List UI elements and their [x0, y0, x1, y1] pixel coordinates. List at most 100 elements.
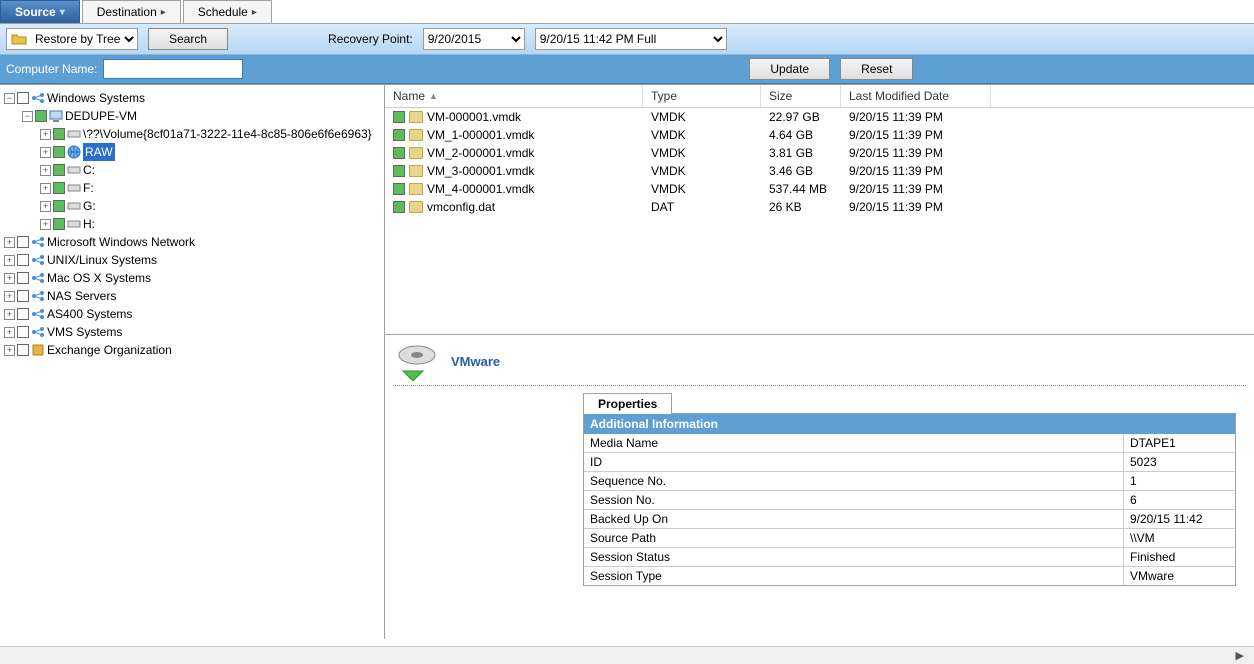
file-row[interactable]: VM_2-000001.vmdkVMDK3.81 GB9/20/15 11:39…: [385, 144, 1254, 162]
computer-name-bar: Computer Name: Update Reset: [0, 55, 1254, 84]
col-type[interactable]: Type: [643, 85, 761, 107]
file-icon: [409, 111, 423, 123]
property-key: Sequence No.: [584, 472, 1124, 490]
tree-node-raw[interactable]: +RAW: [38, 143, 382, 161]
checkbox[interactable]: [17, 344, 29, 356]
network-icon: [31, 235, 45, 249]
expand-icon[interactable]: +: [40, 129, 51, 140]
status-bar: ▶: [0, 646, 1254, 664]
tree-node-volume[interactable]: +\??\Volume{8cf01a71-3222-11e4-8c85-806e…: [38, 125, 382, 143]
computer-icon: [49, 109, 63, 123]
property-key: Session Type: [584, 567, 1124, 585]
collapse-icon[interactable]: −: [4, 93, 15, 104]
expand-icon[interactable]: +: [4, 273, 15, 284]
network-icon: [31, 91, 45, 105]
file-name: VM-000001.vmdk: [427, 110, 521, 124]
tree-node-f[interactable]: +F:: [38, 179, 382, 197]
drive-icon: [67, 217, 81, 231]
tree-node-windows-systems[interactable]: − Windows Systems: [2, 89, 382, 107]
checkbox-checked[interactable]: [53, 146, 65, 158]
property-row: Session TypeVMware: [584, 567, 1235, 585]
tree-node-as400[interactable]: +AS400 Systems: [2, 305, 382, 323]
checkbox[interactable]: [17, 254, 29, 266]
checkbox-checked[interactable]: [393, 201, 405, 213]
file-row[interactable]: VM-000001.vmdkVMDK22.97 GB9/20/15 11:39 …: [385, 108, 1254, 126]
tree-node-unix[interactable]: +UNIX/Linux Systems: [2, 251, 382, 269]
expand-icon[interactable]: +: [4, 237, 15, 248]
expand-icon[interactable]: +: [40, 183, 51, 194]
search-button[interactable]: Search: [148, 28, 228, 50]
file-row[interactable]: vmconfig.datDAT26 KB9/20/15 11:39 PM: [385, 198, 1254, 216]
property-value: Finished: [1124, 548, 1235, 566]
recovery-session-select[interactable]: 9/20/15 11:42 PM Full: [535, 28, 727, 50]
tree-node-h[interactable]: +H:: [38, 215, 382, 233]
file-type: VMDK: [643, 145, 761, 161]
checkbox[interactable]: [17, 236, 29, 248]
tree-node-nas[interactable]: +NAS Servers: [2, 287, 382, 305]
tree-node-exchange[interactable]: +Exchange Organization: [2, 341, 382, 359]
file-icon: [409, 147, 423, 159]
checkbox-checked[interactable]: [393, 111, 405, 123]
checkbox-checked[interactable]: [53, 218, 65, 230]
expand-icon[interactable]: +: [4, 255, 15, 266]
tree-node-vms[interactable]: +VMS Systems: [2, 323, 382, 341]
network-icon: [31, 253, 45, 267]
scroll-right-icon[interactable]: ▶: [1236, 649, 1244, 662]
property-row: Backed Up On9/20/15 11:42: [584, 510, 1235, 529]
reset-button[interactable]: Reset: [840, 58, 913, 80]
source-tree[interactable]: − Windows Systems − DEDUPE-VM: [0, 85, 385, 639]
expand-icon[interactable]: +: [4, 345, 15, 356]
property-value: VMware: [1124, 567, 1235, 585]
computer-name-input[interactable]: [103, 59, 243, 79]
col-name[interactable]: Name▲: [385, 85, 643, 107]
detail-title: VMware: [451, 354, 500, 369]
checkbox-checked[interactable]: [53, 164, 65, 176]
checkbox-checked[interactable]: [393, 129, 405, 141]
checkbox[interactable]: [17, 290, 29, 302]
file-type: VMDK: [643, 181, 761, 197]
recovery-date-select[interactable]: 9/20/2015: [423, 28, 525, 50]
tab-destination[interactable]: Destination▸: [82, 0, 181, 23]
collapse-icon[interactable]: −: [22, 111, 33, 122]
network-icon: [31, 325, 45, 339]
file-date: 9/20/15 11:39 PM: [841, 127, 991, 143]
tree-node-c[interactable]: +C:: [38, 161, 382, 179]
file-row[interactable]: VM_1-000001.vmdkVMDK4.64 GB9/20/15 11:39…: [385, 126, 1254, 144]
tree-node-dedupe-vm[interactable]: − DEDUPE-VM: [20, 107, 382, 125]
expand-icon[interactable]: +: [40, 219, 51, 230]
checkbox-checked[interactable]: [53, 200, 65, 212]
tree-node-mac[interactable]: +Mac OS X Systems: [2, 269, 382, 287]
expand-icon[interactable]: +: [40, 165, 51, 176]
file-row[interactable]: VM_3-000001.vmdkVMDK3.46 GB9/20/15 11:39…: [385, 162, 1254, 180]
expand-icon[interactable]: +: [4, 309, 15, 320]
checkbox-checked[interactable]: [393, 183, 405, 195]
tab-source[interactable]: Source▾: [0, 0, 80, 23]
checkbox-checked[interactable]: [53, 128, 65, 140]
checkbox[interactable]: [17, 326, 29, 338]
expand-icon[interactable]: +: [4, 291, 15, 302]
property-key: Source Path: [584, 529, 1124, 547]
update-button[interactable]: Update: [749, 58, 830, 80]
file-size: 26 KB: [761, 199, 841, 215]
tree-node-ms-windows-network[interactable]: +Microsoft Windows Network: [2, 233, 382, 251]
checkbox[interactable]: [17, 92, 29, 104]
checkbox-checked[interactable]: [393, 147, 405, 159]
checkbox[interactable]: [17, 272, 29, 284]
file-row[interactable]: VM_4-000001.vmdkVMDK537.44 MB9/20/15 11:…: [385, 180, 1254, 198]
expand-icon[interactable]: +: [40, 201, 51, 212]
expand-icon[interactable]: +: [40, 147, 51, 158]
expand-icon[interactable]: +: [4, 327, 15, 338]
file-date: 9/20/15 11:39 PM: [841, 163, 991, 179]
property-value: \\VM: [1124, 529, 1235, 547]
col-date[interactable]: Last Modified Date: [841, 85, 991, 107]
file-size: 3.81 GB: [761, 145, 841, 161]
restore-mode-select[interactable]: Restore by Tree: [6, 28, 138, 50]
checkbox-checked[interactable]: [35, 110, 47, 122]
properties-tab[interactable]: Properties: [583, 393, 672, 414]
checkbox-checked[interactable]: [393, 165, 405, 177]
tab-schedule[interactable]: Schedule▸: [183, 0, 272, 23]
checkbox-checked[interactable]: [53, 182, 65, 194]
col-size[interactable]: Size: [761, 85, 841, 107]
tree-node-g[interactable]: +G:: [38, 197, 382, 215]
checkbox[interactable]: [17, 308, 29, 320]
